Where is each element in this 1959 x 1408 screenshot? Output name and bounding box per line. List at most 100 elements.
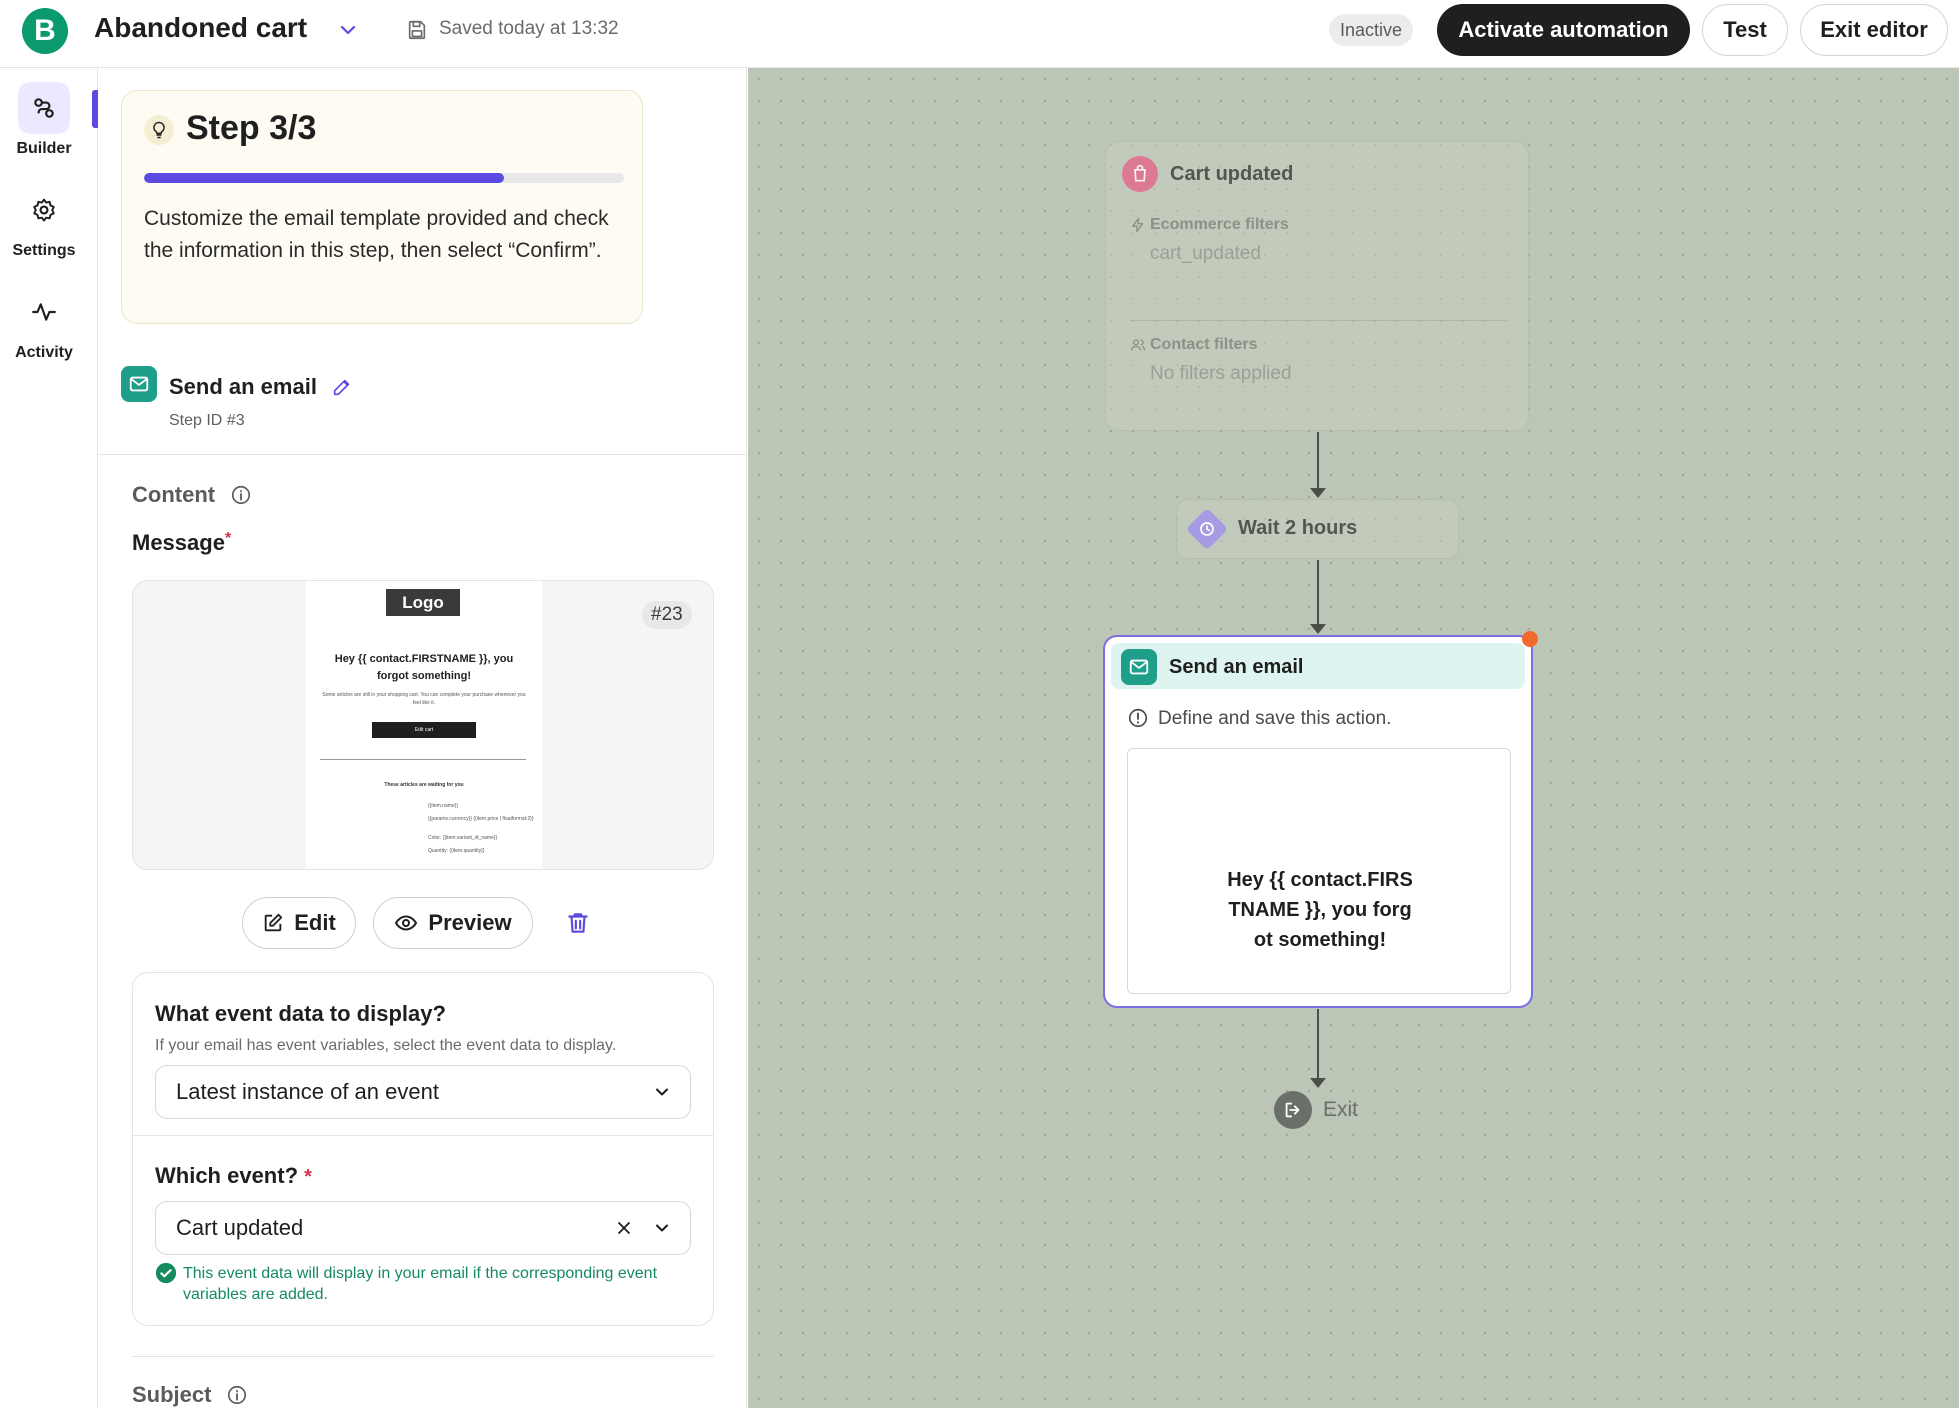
- brand-logo[interactable]: B: [22, 8, 68, 54]
- nav-item-settings[interactable]: Settings: [0, 184, 88, 260]
- step-guide-card: Step 3/3 Customize the email template pr…: [121, 90, 643, 324]
- edit-icon: [264, 913, 283, 932]
- event-success-message: This event data will display in your ema…: [183, 1265, 658, 1303]
- chevron-down-icon: [656, 1088, 668, 1096]
- nav-active-indicator: [92, 90, 98, 128]
- connector-line: [1317, 432, 1319, 490]
- automation-title[interactable]: Abandoned cart: [94, 12, 307, 44]
- chevron-down-icon: [656, 1224, 668, 1232]
- nav-item-activity[interactable]: Activity: [0, 286, 88, 362]
- trigger-title: Cart updated: [1170, 163, 1294, 185]
- subject-section-label: Subject: [132, 1382, 212, 1407]
- preview-template-button[interactable]: Preview: [373, 897, 533, 949]
- close-icon[interactable]: [614, 1218, 634, 1238]
- exit-icon: [1274, 1091, 1312, 1129]
- email-template-preview[interactable]: Logo Hey {{ contact.FIRSTNAME }}, you fo…: [132, 580, 714, 870]
- template-subheading: These articles are waiting for you: [384, 782, 464, 788]
- chevron-down-icon[interactable]: [336, 18, 360, 42]
- gear-icon: [18, 184, 70, 236]
- workflow-canvas[interactable]: Cart updated Ecommerce filters cart_upda…: [748, 68, 1959, 1408]
- step-progress-bar: [144, 173, 624, 183]
- step-title: Step 3/3: [186, 109, 317, 147]
- step-panel: Step 3/3 Customize the email template pr…: [99, 68, 747, 1408]
- connector-line: [1317, 1009, 1319, 1080]
- alert-circle-icon: [1128, 708, 1148, 728]
- pencil-icon[interactable]: [331, 376, 353, 398]
- left-nav: Builder Settings Activity: [0, 68, 98, 1408]
- save-icon: [408, 20, 426, 40]
- send-email-node[interactable]: Send an email Define and save this actio…: [1103, 631, 1538, 1008]
- template-body: Some articles are still in your shopping…: [322, 692, 526, 706]
- template-paper: Logo Hey {{ contact.FIRSTNAME }}, you fo…: [306, 581, 542, 869]
- template-divider: [320, 759, 526, 760]
- message-label: Message*: [132, 530, 231, 556]
- email-node-header: Send an email: [1111, 643, 1525, 689]
- info-icon[interactable]: [226, 1384, 248, 1406]
- section-divider: [132, 1356, 714, 1357]
- step-description: Customize the email template provided an…: [144, 207, 609, 262]
- content-section-label: Content: [132, 482, 216, 507]
- nav-label-builder: Builder: [16, 140, 72, 157]
- exit-editor-button[interactable]: Exit editor: [1800, 4, 1948, 56]
- event-select[interactable]: Cart updated: [155, 1201, 691, 1255]
- arrow-down-icon: [1310, 488, 1326, 498]
- template-var: Quantity: {{item.quantity}}: [428, 848, 485, 854]
- status-badge: Inactive: [1329, 14, 1414, 46]
- event-data-card: What event data to display? If your emai…: [132, 972, 714, 1326]
- email-node-warning: Define and save this action.: [1158, 708, 1392, 729]
- arrow-down-icon: [1310, 1078, 1326, 1088]
- mail-icon: [121, 366, 157, 402]
- lightbulb-icon: [144, 115, 174, 145]
- activity-icon: [18, 286, 70, 338]
- arrow-down-icon: [1310, 624, 1326, 634]
- ecommerce-filters-label: Ecommerce filters: [1150, 216, 1289, 233]
- trigger-node[interactable]: Cart updated Ecommerce filters cart_upda…: [1105, 141, 1529, 431]
- email-node-title: Send an email: [1169, 656, 1304, 678]
- builder-icon: [18, 82, 70, 134]
- which-event-text: Which event?: [155, 1163, 299, 1188]
- template-button: Edit cart: [372, 722, 476, 738]
- event-instance-value: Latest instance of an event: [176, 1079, 439, 1104]
- template-var: Color: {{item.variant_id_name}}: [428, 835, 498, 841]
- nav-label-settings: Settings: [12, 242, 76, 259]
- trigger-divider: [1130, 320, 1506, 321]
- saved-status: Saved today at 13:32: [439, 18, 619, 39]
- preview-label: Preview: [428, 910, 512, 935]
- check-circle-icon: [155, 1262, 177, 1284]
- step-id: Step ID #3: [169, 412, 245, 429]
- event-select-value: Cart updated: [176, 1215, 304, 1240]
- template-var: {{params.currency}} {{item.price | float…: [428, 816, 534, 822]
- wait-title: Wait 2 hours: [1238, 517, 1358, 539]
- section-divider: [99, 454, 746, 455]
- contact-filters-value: No filters applied: [1150, 363, 1292, 384]
- nav-label-activity: Activity: [15, 344, 73, 361]
- cart-icon: [1122, 156, 1158, 192]
- connector-line: [1317, 560, 1319, 626]
- contact-filters-label: Contact filters: [1150, 336, 1258, 353]
- template-number-badge: #23: [642, 601, 692, 629]
- email-thumbnail[interactable]: Hey {{ contact.FIRSTNAME }}, you forgot …: [1127, 748, 1511, 994]
- nav-item-builder[interactable]: Builder: [0, 82, 88, 158]
- required-asterisk: *: [304, 1166, 312, 1188]
- info-icon[interactable]: [230, 484, 252, 506]
- ecommerce-filters-value: cart_updated: [1150, 243, 1261, 264]
- event-data-help: If your email has event variables, selec…: [155, 1037, 617, 1054]
- template-logo: Logo: [386, 589, 460, 616]
- edit-label: Edit: [294, 910, 336, 935]
- eye-icon: [395, 915, 418, 931]
- unsaved-indicator: [1522, 631, 1538, 647]
- step-progress-fill: [144, 173, 504, 183]
- test-button[interactable]: Test: [1702, 4, 1788, 56]
- trash-icon[interactable]: [565, 910, 591, 936]
- card-divider: [133, 1135, 713, 1136]
- activate-automation-button[interactable]: Activate automation: [1437, 4, 1690, 56]
- lightning-icon: [1132, 217, 1144, 233]
- exit-label: Exit: [1323, 1098, 1359, 1121]
- wait-node[interactable]: Wait 2 hours: [1176, 499, 1459, 559]
- which-event-question: Which event? *: [155, 1163, 312, 1189]
- clock-face-icon: [1200, 522, 1214, 536]
- event-data-question: What event data to display?: [155, 1001, 446, 1026]
- event-instance-select[interactable]: Latest instance of an event: [155, 1065, 691, 1119]
- edit-template-button[interactable]: Edit: [242, 897, 356, 949]
- template-heading: Hey {{ contact.FIRSTNAME }}, you forgot …: [334, 653, 514, 682]
